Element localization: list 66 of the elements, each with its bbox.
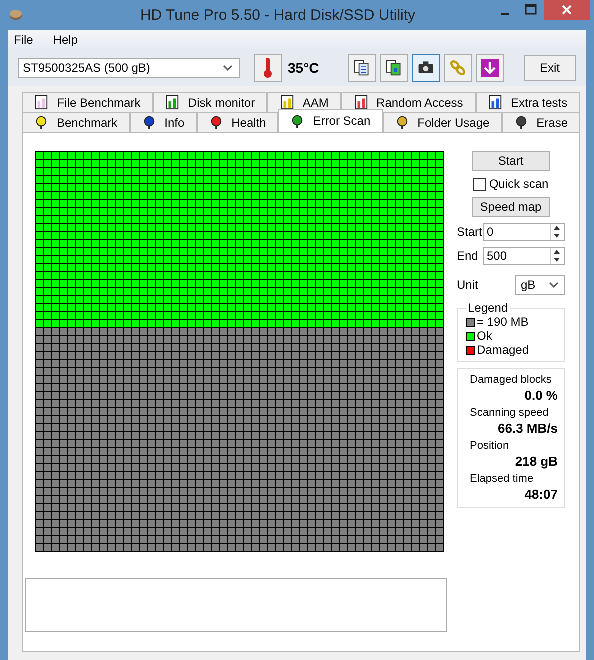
bulb-icon [394, 115, 410, 130]
tab[interactable]: Random Access [341, 92, 476, 112]
legend-label: Ok [477, 329, 492, 343]
bulb-icon [34, 115, 49, 130]
stat-label: Elapsed time [470, 472, 535, 486]
chart-icon [34, 95, 50, 110]
spin-up-icon[interactable] [551, 248, 563, 256]
spin-down-icon[interactable] [551, 256, 563, 264]
thermometer-button[interactable] [254, 54, 282, 82]
tab[interactable]: Disk monitor [153, 92, 268, 112]
temperature-reading: 35°C [288, 60, 320, 76]
chain-icon [449, 59, 467, 77]
copy-button[interactable] [348, 54, 376, 82]
tab[interactable]: Folder Usage [382, 112, 502, 132]
arrow-down-icon [480, 58, 500, 78]
bulb-icon [290, 114, 306, 128]
tab[interactable]: Error Scan [278, 109, 383, 132]
chart-icon [354, 95, 369, 110]
chart-icon [488, 95, 503, 110]
bulb-icon [208, 115, 224, 130]
drive-dropdown[interactable]: ST9500325AS (500 gB) [18, 58, 240, 78]
stat-label: Scanning speed [470, 406, 550, 420]
stat-value: 218 gB [514, 453, 558, 470]
bulb-icon [514, 115, 529, 130]
chevron-down-icon [223, 65, 233, 71]
documents-icon [385, 59, 403, 77]
thermometer-icon [262, 57, 274, 79]
disk-icon [8, 7, 24, 23]
menu-item[interactable]: File [14, 33, 34, 47]
tab[interactable]: Extra tests [476, 92, 580, 112]
menu-item[interactable]: Help [53, 33, 78, 47]
legend-label: = 190 MB [477, 315, 529, 329]
legend-title: Legend [467, 301, 510, 315]
chart-icon [280, 95, 295, 110]
checkbox-label: Quick scan [489, 177, 549, 191]
unit-dropdown[interactable]: gB [515, 275, 565, 295]
checkbox[interactable] [473, 178, 486, 190]
stat-value: 48:07 [524, 486, 558, 503]
stat-label: Damaged blocks [470, 373, 553, 387]
stat-label: Position [470, 439, 510, 453]
stat-value: 0.0 % [524, 387, 558, 404]
end-field[interactable]: 500 [483, 247, 565, 265]
copy-button[interactable] [380, 54, 408, 82]
tab[interactable]: Health [196, 112, 278, 132]
close-icon[interactable] [544, 0, 590, 20]
documents-icon [353, 59, 371, 77]
start-field[interactable]: 0 [483, 223, 565, 241]
speed-map-button[interactable]: Speed map [472, 197, 550, 217]
chevron-down-icon [549, 282, 559, 288]
camera-button[interactable] [412, 54, 440, 82]
end-label: End [457, 249, 479, 263]
download-button[interactable] [476, 54, 504, 82]
legend-label: Damaged [477, 343, 530, 357]
window-title: HD Tune Pro 5.50 - Hard Disk/SSD Utility [139, 6, 417, 24]
bulb-icon [142, 115, 157, 130]
spin-up-icon[interactable] [551, 224, 563, 232]
tab[interactable]: Benchmark [22, 112, 130, 132]
tab[interactable]: File Benchmark [22, 92, 154, 112]
exit-button[interactable]: Exit [524, 55, 576, 81]
spin-down-icon[interactable] [551, 232, 563, 240]
tab[interactable]: Erase [502, 112, 580, 132]
unit-label: Unit [457, 278, 479, 292]
stat-value: 66.3 MB/s [497, 420, 558, 437]
chart-icon [165, 95, 180, 110]
start-button[interactable]: Start [472, 151, 550, 171]
tab[interactable]: Info [130, 112, 197, 132]
